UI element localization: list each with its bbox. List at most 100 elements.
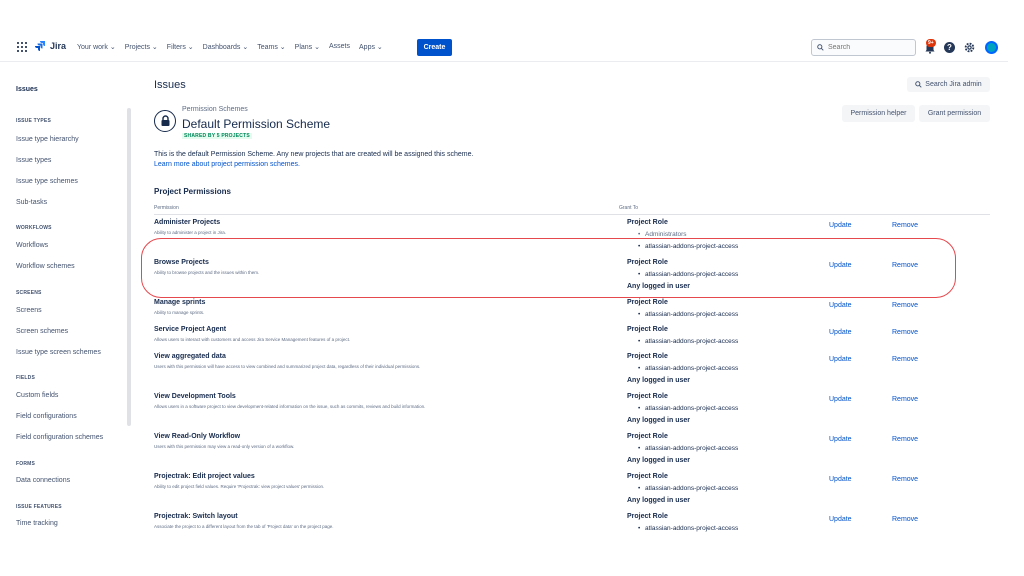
sidebar-item-time-tracking[interactable]: Time tracking (16, 520, 58, 527)
sidebar-item-screen-schemes[interactable]: Screen schemes (16, 328, 68, 335)
sidebar-item-workflow-schemes[interactable]: Workflow schemes (16, 263, 75, 270)
sidebar-scrollbar[interactable] (127, 108, 131, 426)
nav-teams[interactable]: Teams ⌄ (257, 43, 285, 51)
help-icon[interactable]: ? (944, 42, 955, 53)
nav-filters[interactable]: Filters ⌄ (167, 43, 194, 51)
grant-project-role: Project Role (627, 473, 668, 480)
nav-projects[interactable]: Projects ⌄ (125, 43, 158, 51)
grant-role-item: Administrators (638, 231, 686, 238)
update-link[interactable]: Update (829, 222, 852, 229)
grant-role-item: atlassian-addons-project-access (638, 485, 738, 492)
update-link[interactable]: Update (829, 356, 852, 363)
grant-project-role: Project Role (627, 219, 668, 226)
nav-apps[interactable]: Apps ⌄ (359, 43, 383, 51)
permission-description: Ability to administer a project in Jira. (154, 230, 227, 235)
grant-any-logged-in-user: Any logged in user (627, 377, 691, 384)
nav-plans[interactable]: Plans ⌄ (295, 43, 320, 51)
remove-link[interactable]: Remove (892, 476, 918, 483)
shared-by-badge[interactable]: SHARED BY 5 PROJECTS (182, 133, 252, 139)
sidebar-item-issue-type-schemes[interactable]: Issue type schemes (16, 178, 78, 185)
remove-link[interactable]: Remove (892, 396, 918, 403)
update-link[interactable]: Update (829, 516, 852, 523)
section-title: Project Permissions (154, 187, 231, 196)
update-link[interactable]: Update (829, 436, 852, 443)
sidebar-heading-workflows: WORKFLOWS (16, 225, 52, 231)
sidebar-item-issue-type-screen-schemes[interactable]: Issue type screen schemes (16, 349, 101, 356)
sidebar-heading-screens: SCREENS (16, 290, 42, 296)
notification-count-badge: 9+ (926, 39, 936, 47)
permission-name: View Read-Only Workflow (154, 433, 241, 440)
highlight-annotation (141, 238, 956, 298)
nav-assets[interactable]: Assets (329, 43, 350, 51)
remove-link[interactable]: Remove (892, 222, 918, 229)
column-header-grant-to: Grant To (619, 205, 639, 211)
sidebar-item-custom-fields[interactable]: Custom fields (16, 392, 58, 399)
sidebar-heading-issue-types: ISSUE TYPES (16, 118, 51, 124)
header-divider (154, 214, 990, 215)
remove-link[interactable]: Remove (892, 329, 918, 336)
app-switcher-icon[interactable] (17, 42, 27, 52)
update-link[interactable]: Update (829, 476, 852, 483)
sidebar-item-screens[interactable]: Screens (16, 307, 42, 314)
remove-link[interactable]: Remove (892, 436, 918, 443)
sidebar-item-issue-types[interactable]: Issue types (16, 157, 51, 164)
sidebar-item-sub-tasks[interactable]: Sub-tasks (16, 199, 47, 206)
grant-permission-button[interactable]: Grant permission (919, 105, 990, 122)
search-icon (817, 44, 824, 51)
permission-description: Users with this permission will have acc… (154, 364, 421, 369)
grant-role-item: atlassian-addons-project-access (638, 445, 738, 452)
grant-role-item: atlassian-addons-project-access (638, 365, 738, 372)
sidebar-title: Issues (16, 86, 38, 93)
jira-logo[interactable]: Jira (34, 40, 66, 52)
permission-description: Ability to manage sprints. (154, 310, 205, 315)
gear-icon[interactable] (964, 42, 975, 53)
sidebar-item-field-configuration-schemes[interactable]: Field configuration schemes (16, 434, 103, 441)
scheme-title: Default Permission Scheme (182, 117, 331, 131)
grant-role-item: atlassian-addons-project-access (638, 405, 738, 412)
permission-helper-button[interactable]: Permission helper (842, 105, 915, 122)
permission-name: View Development Tools (154, 393, 236, 400)
page-title: Issues (154, 79, 186, 91)
permission-description: Users with this permission may view a re… (154, 444, 295, 449)
update-link[interactable]: Update (829, 329, 852, 336)
remove-link[interactable]: Remove (892, 356, 918, 363)
logo-text: Jira (50, 41, 67, 51)
grant-role-item: atlassian-addons-project-access (638, 311, 738, 318)
grant-role-item: atlassian-addons-project-access (638, 338, 738, 345)
global-search[interactable] (811, 39, 916, 56)
permission-description: Ability to edit project field values. Re… (154, 484, 325, 489)
avatar[interactable] (985, 41, 998, 54)
grant-project-role: Project Role (627, 353, 668, 360)
permission-description: Associate the project to a different lay… (154, 524, 334, 529)
sidebar-item-issue-type-hierarchy[interactable]: Issue type hierarchy (16, 136, 79, 143)
jira-logo-icon (35, 41, 45, 51)
breadcrumb[interactable]: Permission Schemes (182, 106, 248, 113)
learn-more-link[interactable]: Learn more about project permission sche… (154, 161, 300, 168)
grant-project-role: Project Role (627, 326, 668, 333)
grant-project-role: Project Role (627, 299, 668, 306)
sidebar-item-workflows[interactable]: Workflows (16, 242, 48, 249)
lock-icon (154, 110, 176, 132)
sidebar-heading-forms: FORMS (16, 461, 36, 467)
grant-any-logged-in-user: Any logged in user (627, 417, 691, 424)
sidebar-heading-issue-features: ISSUE FEATURES (16, 504, 62, 510)
permission-name: Manage sprints (154, 299, 206, 306)
search-input[interactable] (828, 44, 908, 51)
update-link[interactable]: Update (829, 396, 852, 403)
grant-project-role: Project Role (627, 393, 668, 400)
permission-description: Allows users in a software project to vi… (154, 404, 426, 409)
search-jira-admin-button[interactable]: Search Jira admin (907, 77, 990, 92)
update-link[interactable]: Update (829, 302, 852, 309)
nav-your-work[interactable]: Your work ⌄ (77, 43, 116, 51)
remove-link[interactable]: Remove (892, 302, 918, 309)
sidebar-item-data-connections[interactable]: Data connections (16, 477, 70, 484)
remove-link[interactable]: Remove (892, 516, 918, 523)
permission-name: Projectrak: Switch layout (154, 513, 238, 520)
permission-name: Service Project Agent (154, 326, 227, 333)
create-button[interactable]: Create (417, 39, 452, 56)
grant-project-role: Project Role (627, 513, 668, 520)
permission-name: Projectrak: Edit project values (154, 473, 255, 480)
grant-role-item: atlassian-addons-project-access (638, 525, 738, 532)
sidebar-item-field-configurations[interactable]: Field configurations (16, 413, 77, 420)
nav-dashboards[interactable]: Dashboards ⌄ (203, 43, 249, 51)
